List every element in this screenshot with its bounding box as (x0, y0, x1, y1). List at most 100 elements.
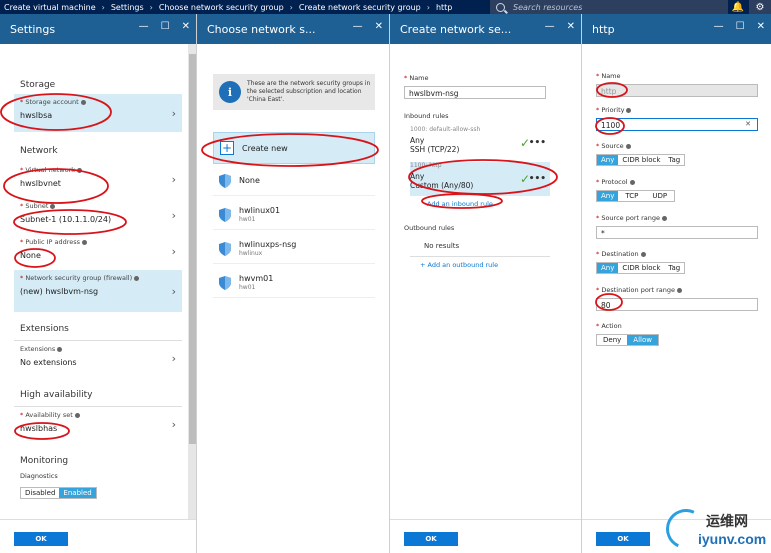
minimize-icon[interactable]: — (353, 21, 363, 32)
add-outbound-rule-link[interactable]: + Add an outbound rule (420, 261, 498, 269)
settings-ok-button[interactable]: OK (14, 532, 68, 546)
chevron-right-icon: › (171, 285, 176, 298)
chevron-right-icon: › (171, 351, 176, 365)
source-label: * Source (596, 142, 631, 150)
rule-name-label-text: Name (601, 72, 621, 80)
shield-icon (219, 173, 231, 188)
storage-header: Storage (20, 80, 56, 90)
source-any-option[interactable]: Any (597, 155, 619, 165)
availability-set-setting[interactable]: * Availability set hwslbhas › (14, 406, 182, 440)
nsg-name-input[interactable]: hwslbvm-nsg (404, 86, 546, 99)
create-nsg-blade: Create network se... — ✕ * Name hwslbvm-n… (390, 14, 582, 553)
protocol-tcp-option[interactable]: TCP (618, 191, 646, 201)
destination-toggle[interactable]: Any CIDR block Tag (596, 262, 686, 274)
source-port-input[interactable]: * (596, 226, 758, 239)
settings-title: Settings (10, 22, 56, 36)
http-ok-button[interactable]: OK (596, 532, 650, 546)
breadcrumb-choose-nsg[interactable]: Choose network security group (155, 3, 288, 12)
nsg-item-hwlinuxps-nsg[interactable]: hwlinuxps-nsg hwlinux (213, 234, 375, 264)
gear-icon[interactable]: ⚙ (749, 0, 771, 14)
rule-title: 1100: http (410, 162, 442, 169)
nsg-item-none[interactable]: None (213, 166, 375, 196)
inbound-rule-ssh[interactable]: 1000: default-allow-ssh Any SSH (TCP/22)… (410, 126, 550, 160)
diagnostics-toggle[interactable]: Disabled Enabled (20, 487, 97, 499)
action-deny-option[interactable]: Deny (597, 335, 628, 345)
plus-icon: + (220, 141, 234, 155)
choose-nsg-blade: Choose network s... — ✕ i These are the n… (197, 14, 390, 553)
nsg-item-name: None (239, 176, 260, 185)
protocol-label-text: Protocol (601, 178, 628, 186)
minimize-icon[interactable]: — (714, 21, 724, 32)
subnet-setting[interactable]: * Subnet Subnet-1 (10.1.1.0/24) › (14, 198, 182, 232)
nsg-item-hwlinux01[interactable]: hwlinux01 hw01 (213, 200, 375, 230)
public-ip-setting[interactable]: * Public IP address None › (14, 234, 182, 268)
breadcrumb-create-vm[interactable]: Create virtual machine (0, 3, 100, 12)
action-label-text: Action (601, 322, 622, 330)
restore-icon[interactable]: ☐ (736, 21, 745, 32)
shield-icon (219, 207, 231, 222)
info-icon (662, 215, 668, 221)
info-icon (640, 251, 646, 257)
protocol-toggle[interactable]: Any TCP UDP (596, 190, 676, 202)
destination-any-option[interactable]: Any (597, 263, 619, 273)
close-icon[interactable]: ✕ (757, 21, 765, 32)
destination-tag-option[interactable]: Tag (664, 263, 685, 273)
nsg-item-sub: hw01 (239, 284, 256, 291)
create-nsg-header: Create network se... — ✕ (390, 14, 581, 44)
protocol-any-option[interactable]: Any (597, 191, 619, 201)
monitoring-header: Monitoring (20, 456, 69, 466)
nsg-item-name: hwlinux01 (239, 206, 281, 215)
nsg-item-hwvm01[interactable]: hwvm01 hw01 (213, 268, 375, 298)
diagnostics-disabled-option[interactable]: Disabled (21, 488, 60, 498)
vnet-setting[interactable]: * Virtual network hwslbvnet › (14, 162, 182, 196)
nsg-setting[interactable]: * Network security group (firewall) (new… (14, 270, 182, 312)
priority-input[interactable]: 1100 ✕ (596, 118, 758, 131)
close-icon[interactable]: ✕ (375, 21, 383, 32)
search-placeholder: Search resources (513, 2, 583, 12)
breadcrumb-http[interactable]: http (432, 3, 456, 12)
protocol-label: * Protocol (596, 178, 635, 186)
add-inbound-rule-link[interactable]: Add an inbound rule (427, 200, 493, 208)
protocol-udp-option[interactable]: UDP (645, 191, 675, 201)
storage-account-value: hwslbsa (20, 111, 53, 120)
create-new-row[interactable]: + Create new (213, 132, 375, 164)
close-icon[interactable]: ✕ (182, 21, 190, 32)
close-icon[interactable]: ✕ (567, 21, 575, 32)
info-icon (676, 287, 682, 293)
source-toggle[interactable]: Any CIDR block Tag (596, 154, 686, 166)
destination-cidr-option[interactable]: CIDR block (618, 263, 665, 273)
nsg-label: Network security group (firewall) (25, 274, 133, 282)
more-icon[interactable]: ••• (529, 138, 546, 148)
settings-scrollbar[interactable] (188, 44, 196, 549)
info-icon (77, 167, 83, 173)
source-cidr-option[interactable]: CIDR block (618, 155, 665, 165)
minimize-icon[interactable]: — (545, 21, 555, 32)
breadcrumb-settings[interactable]: Settings (107, 3, 148, 12)
scrollbar-thumb[interactable] (189, 54, 196, 444)
settings-footer: OK (0, 519, 196, 553)
diagnostics-enabled-option[interactable]: Enabled (59, 488, 96, 498)
bell-icon[interactable]: 🔔 (727, 0, 749, 14)
public-ip-value: None (20, 251, 41, 260)
extensions-setting[interactable]: Extensions No extensions › (14, 340, 182, 374)
search-box[interactable]: Search resources (490, 0, 728, 14)
breadcrumb-create-nsg[interactable]: Create network security group (295, 3, 425, 12)
clear-icon[interactable]: ✕ (745, 120, 751, 128)
source-label-text: Source (601, 142, 624, 150)
create-nsg-ok-button[interactable]: OK (404, 532, 458, 546)
action-toggle[interactable]: Deny Allow (596, 334, 659, 346)
more-icon[interactable]: ••• (529, 174, 546, 184)
shield-icon (219, 241, 231, 256)
restore-icon[interactable]: ☐ (161, 21, 170, 32)
rule-name-input[interactable]: http (596, 84, 758, 97)
source-tag-option[interactable]: Tag (664, 155, 685, 165)
destination-port-input[interactable]: 80 (596, 298, 758, 311)
shield-icon (219, 275, 231, 290)
minimize-icon[interactable]: — (139, 21, 149, 32)
inbound-rule-http[interactable]: 1100: http Any Custom (Any/80) ✓ ••• (410, 162, 550, 196)
action-allow-option[interactable]: Allow (627, 335, 658, 345)
top-bar: Create virtual machine › Settings › Choose… (0, 0, 771, 14)
vnet-value: hwslbvnet (20, 179, 61, 188)
breadcrumb-separator: › (289, 2, 293, 12)
storage-account-setting[interactable]: * Storage account hwslbsa › (14, 94, 182, 132)
